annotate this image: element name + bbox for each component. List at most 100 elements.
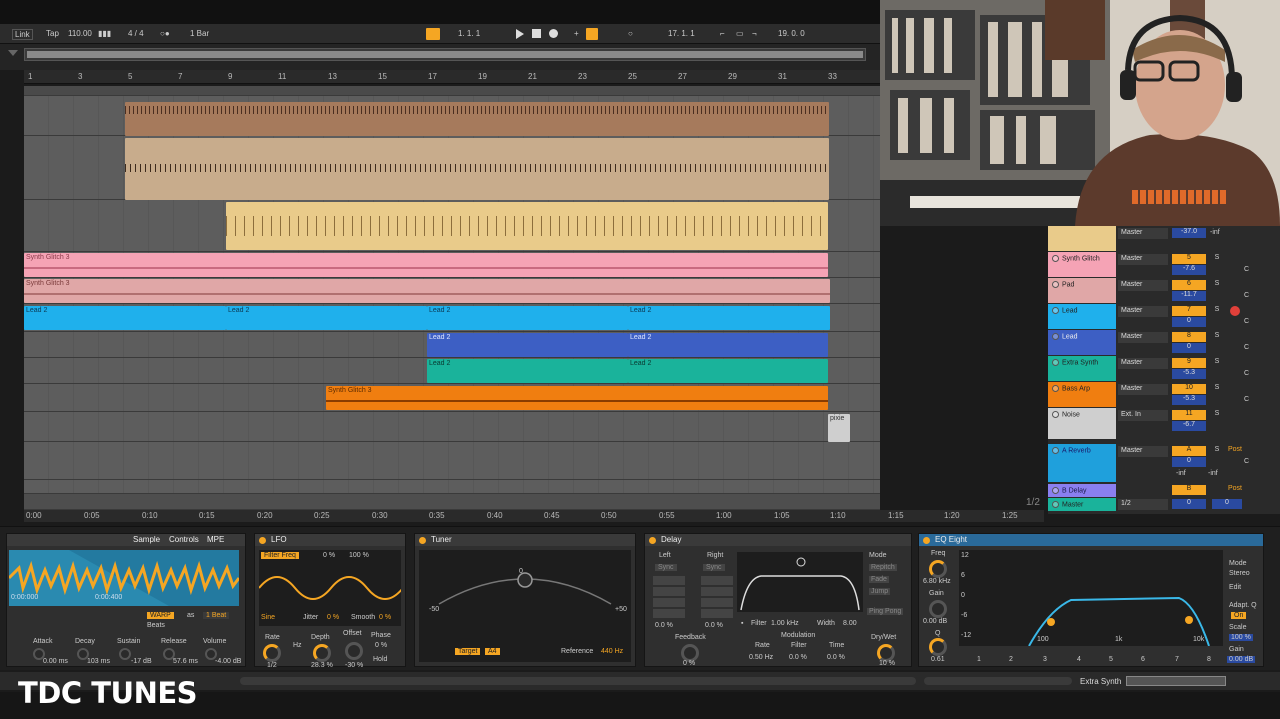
fold-icon[interactable] <box>1052 487 1059 494</box>
solo-button[interactable]: S <box>1212 306 1222 316</box>
hz-toggle[interactable]: Hz <box>293 642 302 649</box>
loop-icon[interactable]: ○ <box>628 29 633 38</box>
phase-value[interactable]: 0 % <box>375 642 387 649</box>
audio-clip[interactable]: pixie <box>828 414 850 442</box>
time-signature[interactable]: 4 / 4 <box>128 29 144 38</box>
volume-field[interactable]: 0 <box>1172 343 1206 353</box>
track-lane-bass-arp[interactable]: Synth Glitch 3 <box>24 384 880 412</box>
scale-value[interactable]: 100 % <box>1229 634 1253 641</box>
mod-filter-value[interactable]: 0.0 % <box>789 654 807 661</box>
track-lane-extra-synth[interactable]: Lead 2 Lead 2 <box>24 358 880 384</box>
volume-field[interactable]: -6.7 <box>1172 421 1206 431</box>
volume-field[interactable]: -5.3 <box>1172 395 1206 405</box>
track-header-pad[interactable]: Pad <box>1048 278 1116 303</box>
gain-knob[interactable] <box>929 600 947 618</box>
right-beat-grid[interactable] <box>701 576 733 618</box>
midi-clip[interactable]: Lead 2 <box>628 306 830 330</box>
reference-value[interactable]: 440 Hz <box>601 648 623 655</box>
band-1-toggle[interactable]: 1 <box>977 656 981 663</box>
track-header-master[interactable]: Master <box>1048 498 1116 511</box>
solo-button[interactable]: S <box>1212 332 1222 342</box>
output-gain-value[interactable]: 0.00 dB <box>1227 656 1256 663</box>
mod-time-value[interactable]: 0.0 % <box>827 654 845 661</box>
fold-icon[interactable] <box>1052 255 1059 262</box>
track-header-lead-2[interactable]: Lead <box>1048 330 1116 355</box>
midi-clip[interactable]: Lead 2 <box>427 333 628 357</box>
fold-icon[interactable] <box>1052 333 1059 340</box>
beat-ruler[interactable]: 1 3 5 7 9 11 13 15 17 19 21 23 25 27 29 … <box>24 70 880 84</box>
pan-field[interactable]: C <box>1244 292 1249 299</box>
depth-knob[interactable] <box>313 644 331 662</box>
fold-icon[interactable] <box>1052 501 1059 508</box>
lfo-display[interactable]: Filter Freq 0 % 100 % Sine Jitter 0 % Sm… <box>259 550 401 626</box>
pan-field[interactable]: C <box>1244 344 1249 351</box>
warp-length-field[interactable]: 1 Beat <box>203 612 230 619</box>
midi-clip[interactable]: Synth Glitch 3 <box>326 386 828 410</box>
track-lane[interactable] <box>24 200 880 252</box>
pan-field[interactable]: C <box>1244 318 1249 325</box>
loop-length[interactable]: 19. 0. 0 <box>778 29 805 38</box>
repitch-button[interactable]: Repitch <box>869 564 897 571</box>
post-toggle[interactable]: Post <box>1228 485 1242 492</box>
volume-field[interactable]: -7.6 <box>1172 265 1206 275</box>
track-header-bass-arp[interactable]: Bass Arp <box>1048 382 1116 407</box>
output-routing[interactable]: Master <box>1118 254 1168 265</box>
device-power-icon[interactable] <box>923 537 930 544</box>
lfo-target[interactable]: Filter Freq <box>261 552 299 559</box>
return-lane-delay[interactable] <box>24 480 880 494</box>
track-activator[interactable]: 6 <box>1172 280 1206 290</box>
midi-clip[interactable]: Lead 2 <box>427 306 628 330</box>
midi-clip[interactable]: Synth Glitch 3 <box>24 253 828 277</box>
pan-field[interactable]: C <box>1244 370 1249 377</box>
audio-clip[interactable] <box>125 102 829 136</box>
filter-toggle[interactable]: ▪ <box>741 620 743 627</box>
tab-sample[interactable]: Sample <box>133 535 160 544</box>
mode-select[interactable]: Stereo <box>1229 570 1250 577</box>
input-routing[interactable]: Ext. In <box>1118 410 1168 421</box>
tab-mpe[interactable]: MPE <box>207 535 224 544</box>
band-6-toggle[interactable]: 6 <box>1141 656 1145 663</box>
band-7-toggle[interactable]: 7 <box>1175 656 1179 663</box>
track-activator[interactable]: 7 <box>1172 306 1206 316</box>
metronome-icon[interactable]: ▮▮▮ <box>98 29 111 38</box>
sample-waveform[interactable]: 0:00:000 0:00:400 <box>7 550 241 606</box>
device-power-icon[interactable] <box>649 537 656 544</box>
volume-field[interactable]: 0 <box>1172 499 1206 509</box>
tab-controls[interactable]: Controls <box>169 535 199 544</box>
link-button[interactable]: Link <box>12 29 33 40</box>
volume-field[interactable]: -5.3 <box>1172 369 1206 379</box>
pan-field[interactable]: C <box>1244 458 1249 465</box>
tap-button[interactable]: Tap <box>46 29 59 38</box>
quantize-select[interactable]: 1 Bar <box>190 29 209 38</box>
output-routing[interactable]: Master <box>1118 384 1168 395</box>
output-routing[interactable]: Master <box>1118 228 1168 239</box>
track-activator[interactable]: B <box>1172 485 1206 495</box>
track-activator[interactable]: A <box>1172 446 1206 456</box>
left-offset[interactable]: 0.0 % <box>655 622 673 629</box>
master-routing[interactable]: 1/2 <box>1118 499 1168 510</box>
track-activator[interactable]: 9 <box>1172 358 1206 368</box>
right-offset[interactable]: 0.0 % <box>705 622 723 629</box>
smooth-value[interactable]: 0 % <box>379 614 391 621</box>
solo-button[interactable]: S <box>1212 254 1222 264</box>
punch-out-icon[interactable]: ¬ <box>752 29 757 38</box>
punch-in-icon[interactable]: ⌐ <box>720 29 725 38</box>
loop-switch-icon[interactable]: ▭ <box>736 29 744 38</box>
target-note[interactable]: A4 <box>485 648 500 655</box>
audio-clip[interactable] <box>226 202 828 250</box>
solo-button[interactable]: S <box>1212 280 1222 290</box>
pan-field[interactable]: C <box>1244 266 1249 273</box>
fold-icon[interactable] <box>1052 281 1059 288</box>
filter-freq[interactable]: 1.00 kHz <box>771 620 799 627</box>
output-routing[interactable]: Master <box>1118 332 1168 343</box>
arm-button[interactable] <box>1230 306 1240 316</box>
midi-clip[interactable]: Lead 2 <box>24 306 226 330</box>
track-lane-lead[interactable]: Lead 2 Lead 2 Lead 2 Lead 2 <box>24 304 880 332</box>
eq-display[interactable]: 12 6 0 -6 -12 100 1k 10k <box>959 550 1223 647</box>
warp-toggle[interactable]: WARP <box>147 612 174 619</box>
track-header-synth-glitch[interactable]: Synth Glitch <box>1048 252 1116 277</box>
track-lane-pad[interactable]: Synth Glitch 3 <box>24 278 880 304</box>
q-knob[interactable] <box>929 638 947 656</box>
adapt-q-toggle[interactable]: On <box>1231 612 1247 619</box>
band-4-toggle[interactable]: 4 <box>1077 656 1081 663</box>
